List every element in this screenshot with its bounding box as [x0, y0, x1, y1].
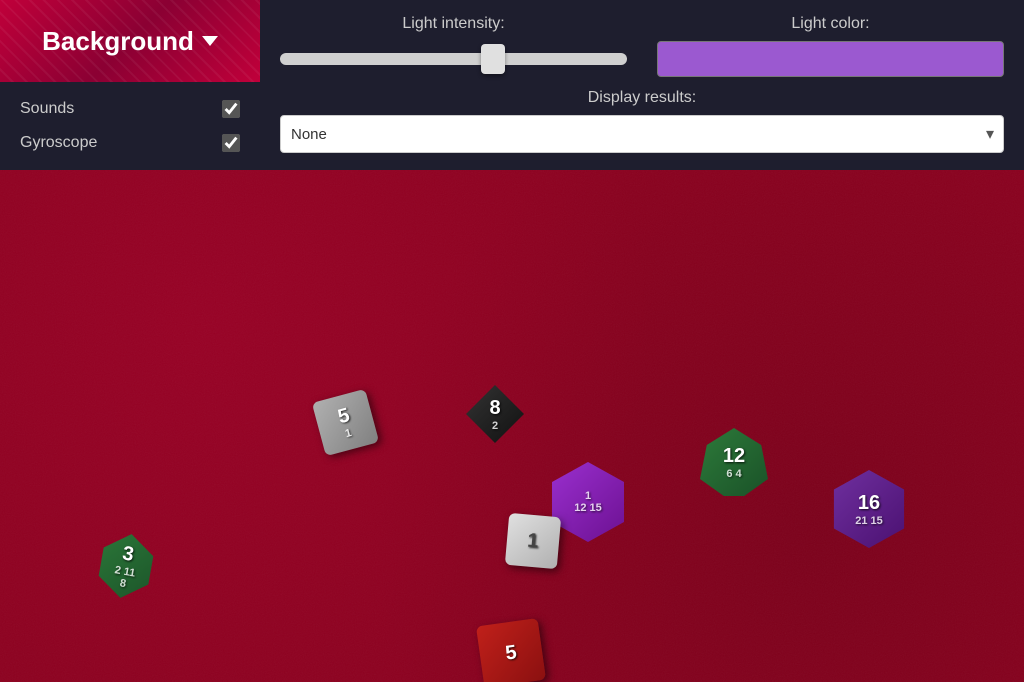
display-section: Display results: None Sum Individual: [280, 89, 1004, 153]
background-button[interactable]: Background: [0, 0, 260, 82]
checkboxes-area: Sounds Gyroscope: [0, 82, 260, 170]
dice-canvas: 5 1 8 2 12 6 4 3 2 11 8 1 12 15 1: [0, 170, 1024, 682]
die-red-d6-mid-label: 5: [476, 618, 546, 682]
display-results-label: Display results:: [280, 89, 1004, 107]
light-color-box[interactable]: [657, 41, 1004, 77]
sounds-label: Sounds: [20, 100, 74, 118]
die-red-d6-mid[interactable]: 5: [476, 618, 546, 682]
gyroscope-row: Gyroscope: [15, 126, 245, 160]
display-select-wrapper: None Sum Individual: [280, 115, 1004, 153]
gyroscope-checkbox[interactable]: [222, 134, 240, 152]
die-white-d6[interactable]: 1: [505, 513, 561, 569]
top-bar: Background Sounds Gyroscope Light intens…: [0, 0, 1024, 170]
sounds-checkbox[interactable]: [222, 100, 240, 118]
left-panel: Background Sounds Gyroscope: [0, 0, 260, 170]
right-panel: Light intensity: Light color: Display re…: [260, 0, 1024, 168]
controls-top-row: Light intensity: Light color:: [280, 15, 1004, 77]
background-button-label: Background: [42, 26, 194, 57]
intensity-slider-thumb[interactable]: [481, 44, 505, 74]
chevron-down-icon: [202, 36, 218, 46]
display-results-select[interactable]: None Sum Individual: [280, 115, 1004, 153]
color-label: Light color:: [657, 15, 1004, 33]
intensity-label: Light intensity:: [280, 15, 627, 33]
intensity-section: Light intensity:: [280, 15, 627, 77]
gyroscope-label: Gyroscope: [20, 134, 97, 152]
intensity-slider-container: [280, 41, 627, 77]
intensity-slider-track: [280, 53, 627, 65]
die-white-d6-label: 1: [505, 513, 561, 569]
color-section: Light color:: [657, 15, 1004, 77]
sounds-row: Sounds: [15, 92, 245, 126]
